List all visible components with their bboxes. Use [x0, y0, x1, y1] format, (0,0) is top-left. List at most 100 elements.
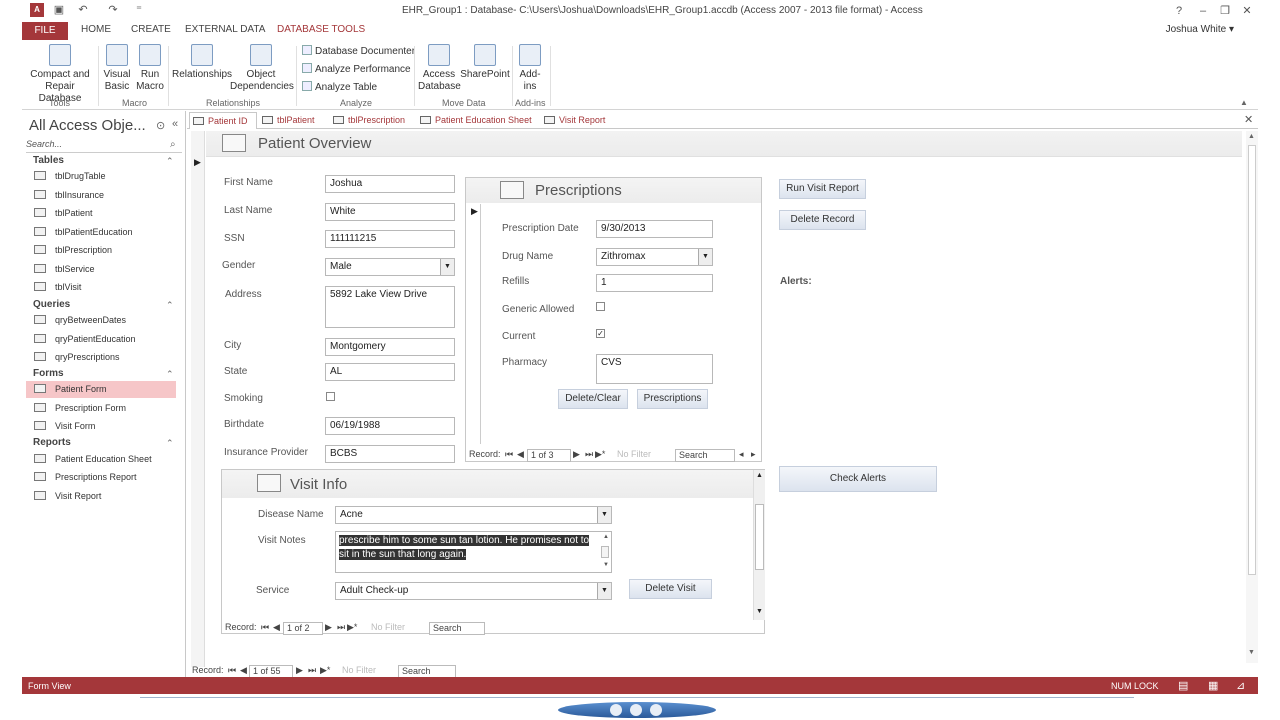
tab-home[interactable]: HOME [81, 24, 111, 35]
close-document-icon[interactable]: ✕ [1244, 113, 1253, 126]
nav-item-report[interactable]: Patient Education Sheet [34, 451, 184, 468]
next-record-icon[interactable]: ▶ [296, 665, 303, 676]
doc-tab-tblprescription[interactable]: tblPrescription [330, 112, 414, 129]
next-record-icon[interactable]: ▶ [573, 449, 580, 460]
doc-tab-tblpatient[interactable]: tblPatient [259, 112, 327, 129]
search-icon[interactable]: ⌕ [170, 139, 176, 150]
nav-menu-icon[interactable]: ⊙ [156, 119, 165, 132]
object-dependencies-button[interactable]: Object Dependencies [230, 44, 294, 93]
nav-item-query[interactable]: qryPatientEducation [34, 331, 184, 348]
nav-item-table[interactable]: tblService [34, 261, 184, 278]
nav-item-form[interactable]: Prescription Form [34, 400, 184, 417]
scroll-up-icon[interactable]: ▲ [1248, 133, 1255, 140]
drug-name-combo[interactable]: Zithromax [596, 248, 713, 266]
last-name-field[interactable]: White [325, 203, 455, 221]
main-vertical-scrollbar[interactable]: ▲ ▼ [1246, 131, 1258, 663]
user-account[interactable]: Joshua White ▾ [1166, 24, 1234, 35]
refills-field[interactable]: 1 [596, 274, 713, 292]
nav-item-table[interactable]: tblPrescription [34, 242, 184, 259]
save-icon[interactable]: ▣ [52, 4, 66, 17]
last-record-icon[interactable]: ⏭ [308, 665, 316, 676]
doc-tab-patient-id[interactable]: Patient ID [189, 112, 257, 129]
service-combo[interactable]: Adult Check-up [335, 582, 612, 600]
nav-item-report[interactable]: Visit Report [34, 488, 184, 505]
state-field[interactable]: AL [325, 363, 455, 381]
undo-icon[interactable]: ↶ [76, 4, 90, 17]
address-field[interactable]: 5892 Lake View Drive [325, 286, 455, 328]
last-record-icon[interactable]: ⏭ [585, 449, 593, 460]
redo-icon[interactable]: ↷ [106, 4, 120, 17]
scroll-up-icon[interactable]: ▲ [756, 472, 763, 479]
first-record-icon[interactable]: ⏮ [228, 665, 236, 676]
design-view-icon[interactable]: ⊿ [1236, 679, 1245, 692]
sharepoint-button[interactable]: SharePoint [460, 44, 510, 81]
check-alerts-button[interactable]: Check Alerts [779, 466, 937, 492]
tab-external-data[interactable]: EXTERNAL DATA [185, 24, 265, 35]
help-icon[interactable]: ? [1170, 3, 1188, 19]
no-filter-indicator[interactable]: No Filter [342, 665, 376, 675]
form-view-icon[interactable]: ▤ [1178, 679, 1188, 692]
nav-item-table[interactable]: tblPatientEducation [34, 224, 184, 241]
delete-record-button[interactable]: Delete Record [779, 210, 866, 230]
doc-tab-patient-education-sheet[interactable]: Patient Education Sheet [417, 112, 537, 129]
nav-item-table[interactable]: tblPatient [34, 205, 184, 222]
current-record-field[interactable]: 1 of 3 [527, 449, 571, 462]
compact-repair-button[interactable]: Compact and Repair Database [26, 44, 94, 105]
collapse-reports-icon[interactable]: ⌃ [166, 438, 174, 449]
generic-allowed-checkbox[interactable] [596, 302, 605, 311]
visit-vertical-scrollbar[interactable]: ▲ ▼ [753, 470, 765, 620]
new-record-icon[interactable]: ▶* [347, 622, 357, 633]
database-documenter-button[interactable]: Database Documenter [302, 45, 415, 57]
pause-icon[interactable] [630, 704, 642, 716]
analyze-table-button[interactable]: Analyze Table [302, 81, 377, 93]
nav-item-form[interactable]: Visit Form [34, 418, 184, 435]
first-name-field[interactable]: Joshua [325, 175, 455, 193]
next-record-icon[interactable]: ▶ [325, 622, 332, 633]
nav-pane-title[interactable]: All Access Obje... [29, 117, 146, 134]
nav-search-input[interactable]: Search... [26, 139, 182, 153]
disease-name-combo[interactable]: Acne [335, 506, 612, 524]
nav-item-form-selected[interactable]: Patient Form [26, 381, 176, 398]
prescriptions-button[interactable]: Prescriptions [637, 389, 708, 409]
shutter-bar-icon[interactable]: « [172, 118, 178, 130]
first-record-icon[interactable]: ⏮ [505, 449, 513, 460]
delete-visit-button[interactable]: Delete Visit [629, 579, 712, 599]
close-icon[interactable]: ✕ [1238, 3, 1256, 19]
layout-view-icon[interactable]: ▦ [1208, 679, 1218, 692]
prev-record-icon[interactable]: ◀ [273, 622, 280, 633]
prescription-date-field[interactable]: 9/30/2013 [596, 220, 713, 238]
scroll-thumb[interactable] [755, 504, 764, 570]
collapse-forms-icon[interactable]: ⌃ [166, 369, 174, 380]
rewind-icon[interactable] [610, 704, 622, 716]
access-database-button[interactable]: Access Database [418, 44, 461, 93]
insurance-provider-field[interactable]: BCBS [325, 445, 455, 463]
collapse-queries-icon[interactable]: ⌃ [166, 300, 174, 311]
forward-icon[interactable] [650, 704, 662, 716]
record-search-input[interactable]: Search [675, 449, 735, 462]
notes-scroll-down-icon[interactable]: ▼ [603, 562, 609, 568]
category-queries[interactable]: Queries [33, 299, 70, 310]
record-selector-bar[interactable] [191, 131, 205, 667]
pharmacy-field[interactable]: CVS [596, 354, 713, 384]
access-app-icon[interactable]: A [30, 3, 44, 17]
first-record-icon[interactable]: ⏮ [261, 622, 269, 633]
nav-item-table[interactable]: tblInsurance [34, 187, 184, 204]
no-filter-indicator[interactable]: No Filter [617, 449, 651, 459]
addins-button[interactable]: Add-ins [515, 44, 545, 93]
minimize-icon[interactable]: – [1194, 3, 1212, 19]
scroll-down-icon[interactable]: ▼ [756, 608, 763, 615]
ssn-field[interactable]: 111111215 [325, 230, 455, 248]
scroll-thumb[interactable] [1248, 145, 1256, 575]
smoking-checkbox[interactable] [326, 392, 335, 401]
category-forms[interactable]: Forms [33, 368, 64, 379]
hscroll-right-icon[interactable]: ▸ [751, 449, 756, 460]
new-record-icon[interactable]: ▶* [595, 449, 605, 460]
record-search-input[interactable]: Search [429, 622, 485, 635]
nav-item-report[interactable]: Prescriptions Report [34, 469, 184, 486]
collapse-ribbon-icon[interactable]: ▲ [1240, 98, 1248, 107]
birthdate-field[interactable]: 06/19/1988 [325, 417, 455, 435]
gender-combo[interactable]: Male [325, 258, 455, 276]
hscroll-left-icon[interactable]: ◂ [739, 449, 744, 460]
category-tables[interactable]: Tables [33, 155, 64, 166]
nav-item-table[interactable]: tblVisit [34, 279, 184, 296]
